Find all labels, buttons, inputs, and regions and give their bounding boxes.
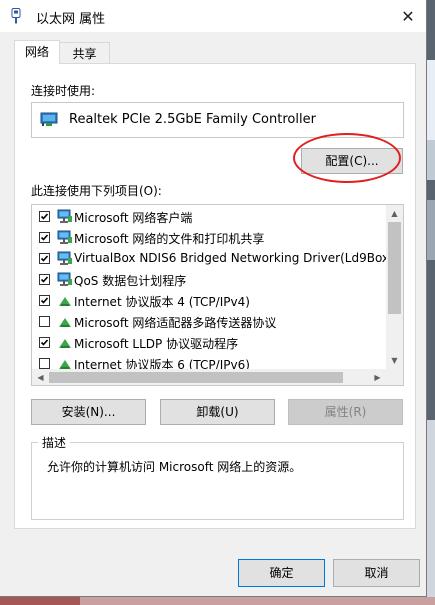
connect-using-label: 连接时使用: xyxy=(31,84,96,98)
tab-network[interactable]: 网络 xyxy=(14,40,60,64)
list-item[interactable]: Microsoft 网络适配器多路传送器协议 xyxy=(32,311,388,332)
list-item[interactable]: Microsoft 网络客户端 xyxy=(32,206,388,227)
network-adapter-icon xyxy=(10,8,22,24)
scroll-right-icon[interactable]: ▶ xyxy=(369,369,386,385)
install-button[interactable]: 安装(N)... xyxy=(31,399,146,425)
checkbox[interactable] xyxy=(39,295,50,306)
checkbox[interactable] xyxy=(39,316,50,327)
checkbox[interactable] xyxy=(39,274,50,285)
adapter-name: Realtek PCIe 2.5GbE Family Controller xyxy=(69,112,316,127)
scroll-down-icon[interactable]: ▼ xyxy=(386,352,403,369)
desktop-background-right xyxy=(427,0,435,605)
protocol-icon xyxy=(57,293,73,308)
desktop-background-bottom xyxy=(0,597,435,605)
description-group xyxy=(31,442,404,520)
scroll-thumb[interactable] xyxy=(49,372,343,383)
scroll-corner xyxy=(386,369,403,385)
description-title: 描述 xyxy=(38,434,71,451)
list-item[interactable]: QoS 数据包计划程序 xyxy=(32,269,388,290)
list-item[interactable]: VirtualBox NDIS6 Bridged Networking Driv… xyxy=(32,248,400,269)
network-client-icon xyxy=(57,209,73,224)
network-client-icon xyxy=(57,251,73,266)
network-client-icon xyxy=(57,272,73,287)
uninstall-button[interactable]: 卸载(U) xyxy=(160,399,275,425)
checkbox[interactable] xyxy=(39,337,50,348)
close-icon[interactable]: ✕ xyxy=(390,0,426,32)
properties-dialog: 以太网 属性 ✕ 网络 共享 连接时使用: Realtek PCIe 2.5Gb… xyxy=(0,0,427,597)
title-bar[interactable]: 以太网 属性 ✕ xyxy=(0,0,426,32)
list-item[interactable]: Microsoft LLDP 协议驱动程序 xyxy=(32,332,388,353)
network-client-icon xyxy=(57,230,73,245)
protocol-icon xyxy=(57,314,73,329)
protocol-icon xyxy=(57,335,73,350)
checkbox[interactable] xyxy=(39,253,50,264)
cancel-button[interactable]: 取消 xyxy=(333,559,420,587)
scroll-thumb[interactable] xyxy=(388,222,401,314)
ok-button[interactable]: 确定 xyxy=(238,559,325,587)
scroll-up-icon[interactable]: ▲ xyxy=(386,205,403,222)
window-title: 以太网 属性 xyxy=(36,12,106,27)
description-text: 允许你的计算机访问 Microsoft 网络上的资源。 xyxy=(47,460,302,474)
annotation-circle xyxy=(293,133,401,183)
vertical-scrollbar[interactable]: ▲ ▼ xyxy=(386,205,403,369)
checkbox[interactable] xyxy=(39,232,50,243)
tab-share[interactable]: 共享 xyxy=(60,42,110,64)
checkbox[interactable] xyxy=(39,358,50,369)
scroll-left-icon[interactable]: ◀ xyxy=(32,369,49,385)
checkbox[interactable] xyxy=(39,211,50,222)
horizontal-scrollbar[interactable]: ◀ ▶ xyxy=(32,369,386,385)
components-list[interactable]: Microsoft 网络客户端 Microsoft 网络的文件和打印机共享 Vi… xyxy=(31,204,404,386)
properties-button[interactable]: 属性(R) xyxy=(288,399,403,425)
list-item[interactable]: Microsoft 网络的文件和打印机共享 xyxy=(32,227,388,248)
items-label: 此连接使用下列项目(O): xyxy=(31,184,162,198)
list-item[interactable]: Internet 协议版本 4 (TCP/IPv4) xyxy=(32,290,388,311)
network-card-icon xyxy=(40,112,58,131)
